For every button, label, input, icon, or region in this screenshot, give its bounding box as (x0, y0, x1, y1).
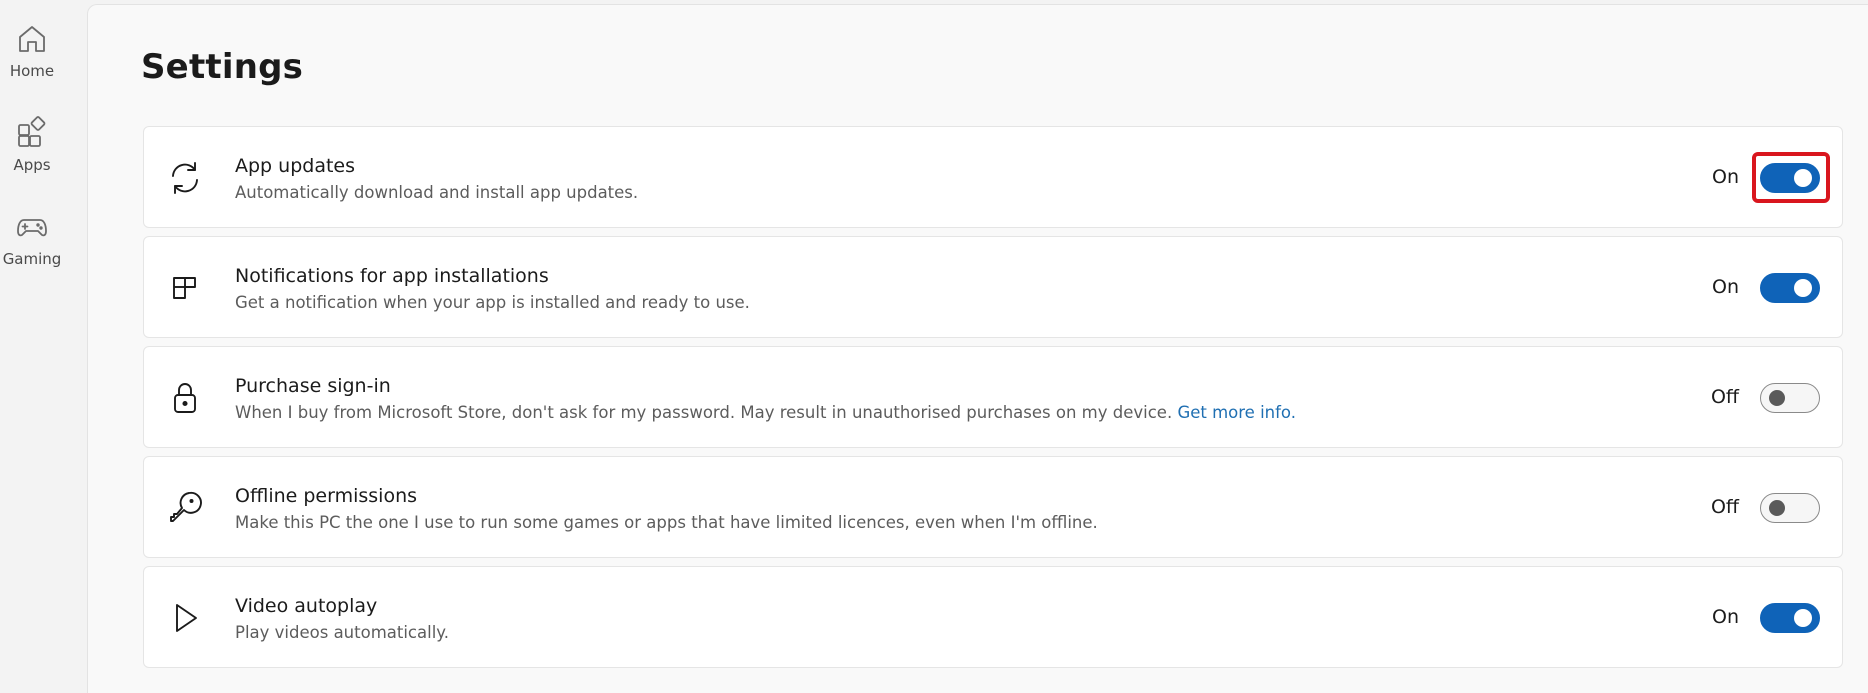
store-settings-window: Home Apps Gaming Settings App updates Au… (0, 0, 1868, 693)
setting-card-app-updates: App updates Automatically download and i… (143, 126, 1843, 228)
notifications-toggle[interactable] (1760, 273, 1820, 303)
purchase-sign-in-toggle[interactable] (1760, 383, 1820, 413)
setting-card-purchase-sign-in: Purchase sign-in When I buy from Microso… (143, 346, 1843, 448)
offline-permissions-toggle[interactable] (1760, 493, 1820, 523)
setting-description-text: When I buy from Microsoft Store, don't a… (235, 403, 1178, 422)
toggle-state-label: On (1712, 276, 1739, 298)
nav-item-apps[interactable]: Apps (0, 110, 64, 190)
setting-title: App updates (235, 155, 356, 177)
nav-label: Home (9, 62, 55, 80)
setting-card-video-autoplay: Video autoplay Play videos automatically… (143, 566, 1843, 668)
toggle-knob (1794, 609, 1812, 627)
navigation-rail: Home Apps Gaming (0, 0, 86, 693)
toggle-state-label: On (1712, 166, 1739, 188)
setting-title: Notifications for app installations (235, 265, 549, 287)
play-icon (176, 604, 197, 632)
get-more-info-link[interactable]: Get more info. (1177, 403, 1296, 422)
gaming-icon (17, 219, 47, 237)
toggle-knob (1794, 279, 1812, 297)
nav-item-gaming[interactable]: Gaming (0, 204, 64, 284)
refresh-icon (172, 162, 198, 194)
setting-title: Offline permissions (235, 485, 418, 507)
setting-title: Video autoplay (235, 595, 378, 617)
setting-description: When I buy from Microsoft Store, don't a… (235, 403, 1296, 422)
nav-item-home[interactable]: Home (0, 16, 64, 96)
nav-label: Gaming (2, 250, 62, 268)
setting-description: Get a notification when your app is inst… (235, 293, 750, 312)
toggle-state-label: On (1712, 606, 1739, 628)
notification-layout-icon (173, 277, 196, 299)
setting-card-offline-permissions: Offline permissions Make this PC the one… (143, 456, 1843, 558)
key-icon (170, 491, 202, 522)
setting-card-notifications: Notifications for app installations Get … (143, 236, 1843, 338)
lock-icon (174, 383, 196, 413)
setting-description: Automatically download and install app u… (235, 183, 639, 202)
setting-description: Play videos automatically. (235, 623, 449, 642)
apps-icon (18, 116, 46, 147)
toggle-knob (1769, 390, 1785, 406)
page-title: Settings (141, 47, 304, 87)
video-autoplay-toggle[interactable] (1760, 603, 1820, 633)
toggle-state-label: Off (1710, 496, 1739, 518)
settings-content: Settings App updates Automatically downl… (87, 4, 1868, 693)
toggle-knob (1769, 500, 1785, 516)
setting-title: Purchase sign-in (235, 375, 391, 397)
toggle-state-label: Off (1710, 386, 1739, 408)
toggle-knob (1794, 169, 1812, 187)
app-updates-toggle[interactable] (1760, 163, 1820, 193)
nav-label: Apps (13, 156, 51, 174)
setting-description: Make this PC the one I use to run some g… (235, 513, 1098, 532)
home-icon (19, 26, 45, 52)
